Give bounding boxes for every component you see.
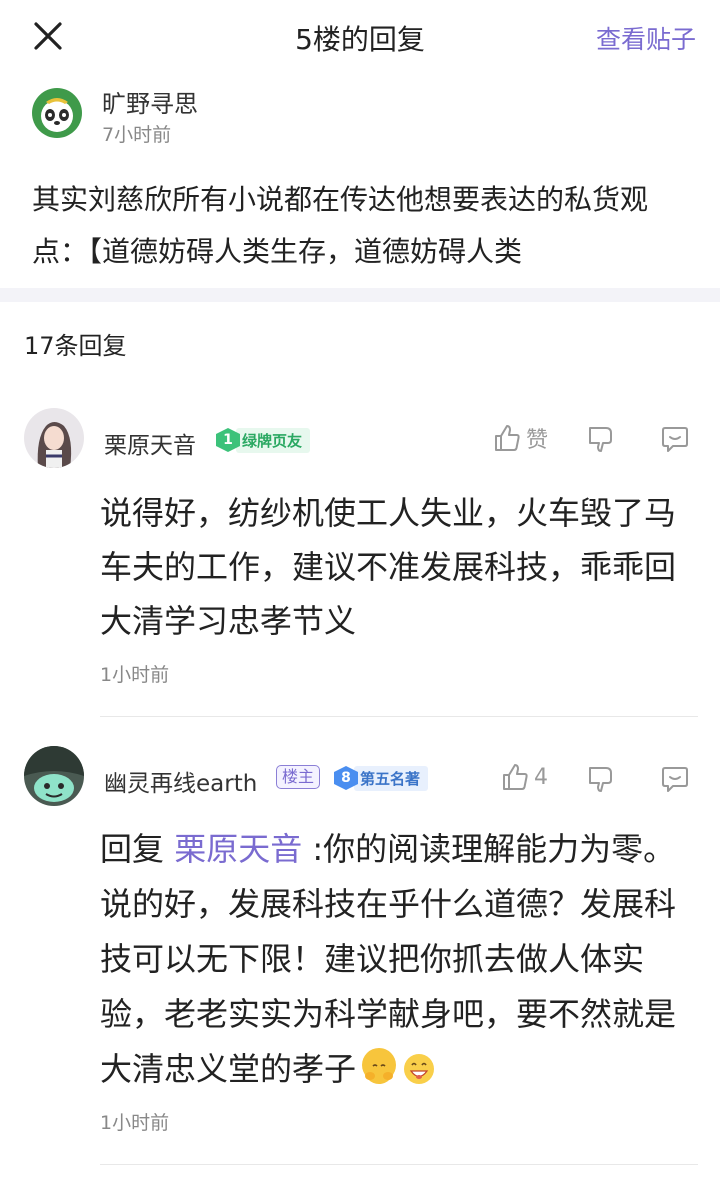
grin-emoji-icon [402,1048,436,1084]
reply-count: 17条回复 [24,332,127,360]
like-label: 赞 [526,428,549,453]
reply-author-name[interactable]: 幽灵再线earth [104,764,257,798]
reply-time: 1小时前 [100,664,170,686]
hug-emoji-icon [362,1048,397,1084]
badge-label: 第五名著 [354,765,429,791]
comment-button[interactable] [660,764,690,794]
post-time: 7小时前 [102,124,172,146]
comment-icon [662,767,688,792]
dislike-button[interactable] [586,764,616,794]
divider [100,1164,698,1165]
dislike-button[interactable] [586,424,616,454]
section-divider [0,288,720,302]
thumbs-up-icon [503,764,528,790]
thumbs-up-icon [495,425,520,451]
top-bar: 5楼的回复 查看贴子 [0,0,720,76]
user-badge[interactable]: 8 第五名著 [334,765,429,791]
like-count: 4 [534,764,548,790]
reply-time: 1小时前 [100,1112,170,1134]
comment-icon [662,427,688,452]
user-badge[interactable]: 1 绿牌页友 [216,427,311,453]
reply-content: 说得好，纺纱机使工人失业，火车毁了马车夫的工作，建议不准发展科技，乖乖回大清学习… [100,494,677,640]
reply-content: 回复 栗原天音 :你的阅读理解能力为零。说的好，发展科技在乎什么道德？发展科技可… [100,822,700,1097]
avatar[interactable] [24,746,84,806]
thumbs-down-icon [589,427,612,452]
reply-prefix: 回复 [100,830,165,868]
author-name[interactable]: 旷野寻思 [102,84,198,119]
comment-button[interactable] [660,424,690,454]
avatar[interactable] [32,88,82,138]
post-content: 其实刘慈欣所有小说都在传达他想要表达的私货观点：【道德妨碍人类生存，道德妨碍人类 [32,183,649,268]
mention-link[interactable]: 栗原天音 [174,830,302,868]
op-tag: 楼主 [276,765,321,789]
like-button[interactable]: 4 [500,762,548,792]
reply-author-name[interactable]: 栗原天音 [104,426,196,460]
badge-label: 绿牌页友 [236,427,311,453]
like-button[interactable]: 赞 [492,422,548,454]
avatar[interactable] [24,408,84,468]
divider [100,716,698,717]
view-post-link[interactable]: 查看贴子 [596,20,696,56]
thumbs-down-icon [589,767,612,792]
reply-text: :你的阅读理解能力为零。说的好，发展科技在乎什么道德？发展科技可以无下限！建议把… [100,830,677,1088]
